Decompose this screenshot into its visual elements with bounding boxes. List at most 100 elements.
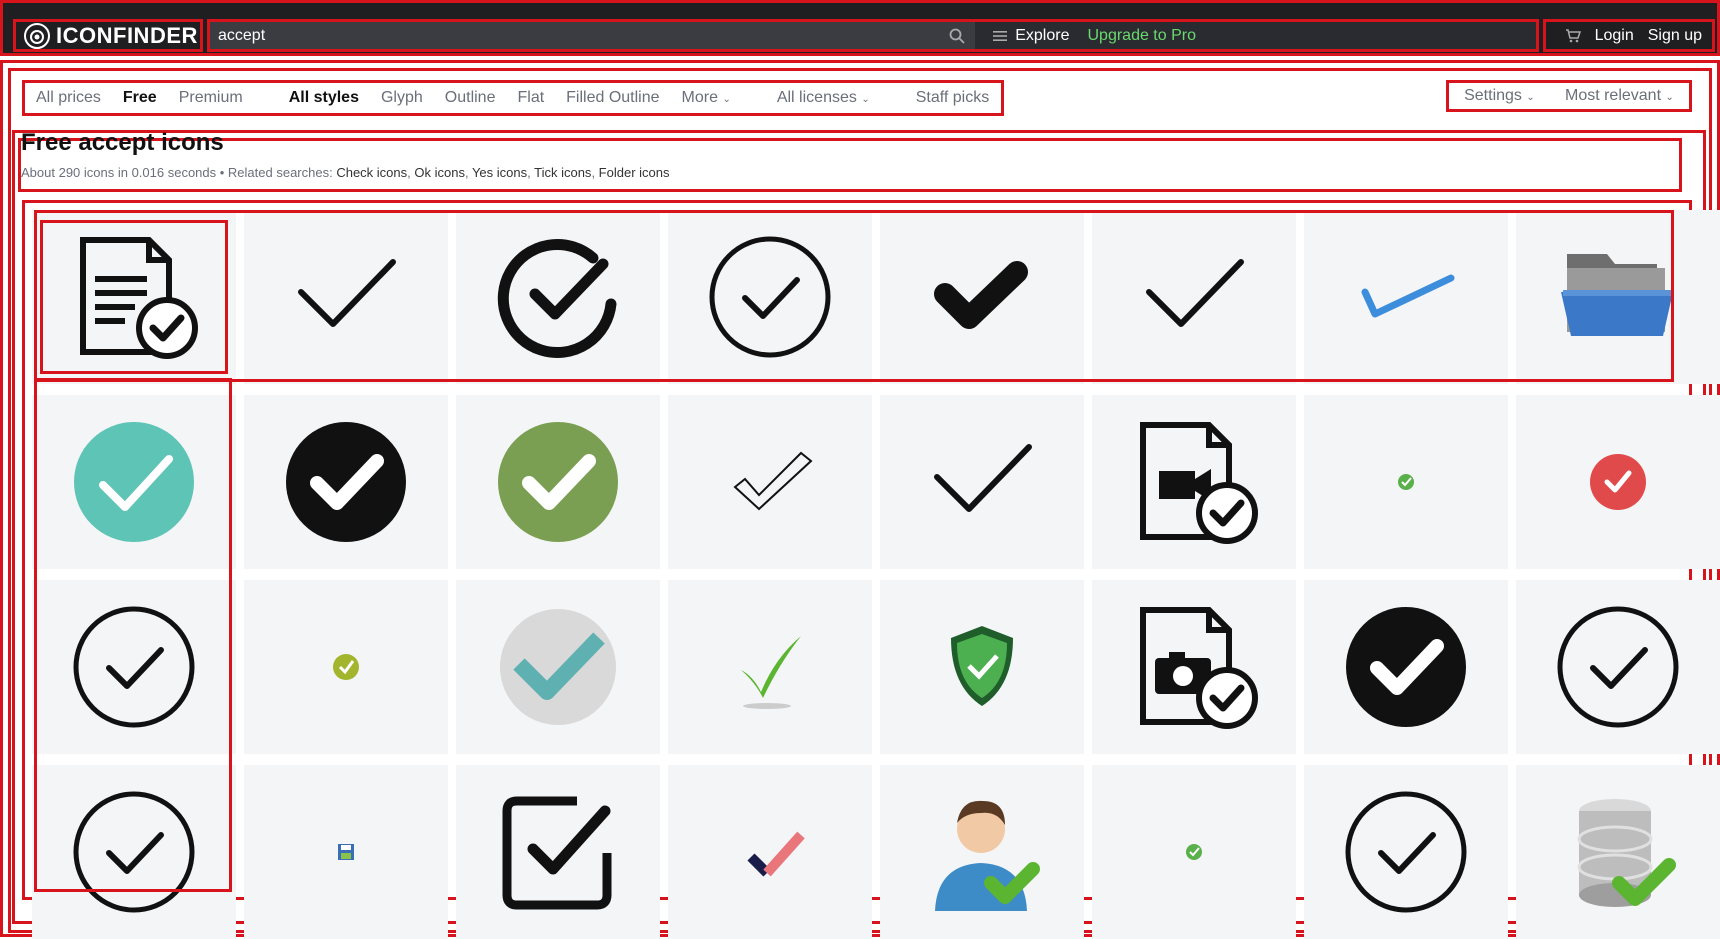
- more-label: More: [681, 89, 718, 106]
- explore-label: Explore: [1015, 26, 1070, 44]
- red-circle-check-icon: [1590, 454, 1646, 510]
- icon-result-card[interactable]: [1092, 765, 1296, 939]
- results-summary: About 290 icons in 0.016 seconds: [21, 165, 217, 180]
- icon-result-card[interactable]: [1092, 580, 1296, 754]
- green-circle-check-icon: [498, 422, 618, 542]
- thin-check-icon: [1146, 259, 1244, 327]
- related-ok[interactable]: Ok icons: [414, 165, 465, 180]
- explore-menu[interactable]: Explore: [993, 27, 1069, 45]
- circle-arc-check-icon: [497, 239, 617, 358]
- thin-check-icon: [934, 444, 1032, 512]
- icon-result-card[interactable]: [32, 210, 236, 384]
- document-check-icon: [80, 237, 198, 359]
- icon-result-card[interactable]: [456, 765, 660, 939]
- icon-result-card[interactable]: [1516, 395, 1720, 569]
- chevron-down-icon: ⌄: [722, 94, 731, 105]
- icon-result-card[interactable]: [668, 395, 872, 569]
- icon-result-card[interactable]: [880, 395, 1084, 569]
- icon-result-card[interactable]: [1304, 395, 1508, 569]
- results-meta: About 290 icons in 0.016 seconds • Relat…: [21, 165, 670, 180]
- icon-result-card[interactable]: [668, 210, 872, 384]
- settings-label: Settings: [1464, 87, 1522, 104]
- upgrade-link[interactable]: Upgrade to Pro: [1087, 27, 1196, 45]
- icon-result-card[interactable]: [32, 395, 236, 569]
- icon-grid: [32, 210, 1720, 939]
- related-yes[interactable]: Yes icons: [472, 165, 527, 180]
- icon-result-card[interactable]: [244, 210, 448, 384]
- account-nav: Login Sign up: [1543, 19, 1715, 52]
- chevron-down-icon: ⌄: [1526, 92, 1535, 103]
- circle-outline-check-icon: [73, 791, 195, 913]
- filter-staff-picks[interactable]: Staff picks: [905, 89, 1001, 107]
- filter-all-styles[interactable]: All styles: [278, 89, 370, 107]
- top-navbar: ICONFINDER Explore Upgrade to Pro Login …: [0, 0, 1720, 56]
- green-swoosh-check-icon: [741, 636, 801, 709]
- teal-circle-check-icon: [74, 422, 194, 542]
- icon-result-card[interactable]: [1516, 210, 1720, 384]
- logo-text: ICONFINDER: [56, 22, 198, 48]
- search-input[interactable]: [210, 22, 940, 49]
- related-prefix: Related searches:: [227, 165, 333, 180]
- results-heading: Free accept icons About 290 icons in 0.0…: [18, 129, 1682, 192]
- cart-icon[interactable]: [1565, 28, 1581, 43]
- icon-result-card[interactable]: [1092, 210, 1296, 384]
- tiny-green-check-icon: [1186, 844, 1202, 860]
- related-check[interactable]: Check icons: [336, 165, 407, 180]
- filter-premium[interactable]: Premium: [168, 89, 254, 107]
- floppy-icon: [338, 844, 354, 860]
- chevron-down-icon: ⌄: [861, 94, 870, 105]
- logo[interactable]: ICONFINDER: [13, 19, 203, 52]
- icon-result-card[interactable]: [668, 580, 872, 754]
- circle-outline-check-icon: [73, 606, 195, 728]
- video-file-check-icon: [1140, 422, 1258, 544]
- icon-result-card[interactable]: [244, 395, 448, 569]
- filter-filled-outline[interactable]: Filled Outline: [555, 89, 670, 107]
- icon-result-card[interactable]: [1516, 580, 1720, 754]
- search-button[interactable]: [939, 22, 976, 49]
- circle-outline-check-icon: [1345, 791, 1467, 913]
- icon-result-card[interactable]: [880, 210, 1084, 384]
- icon-result-card[interactable]: [1092, 395, 1296, 569]
- filter-free[interactable]: Free: [112, 89, 168, 107]
- tiny-green-check-icon: [1398, 474, 1414, 490]
- icon-result-card[interactable]: [880, 580, 1084, 754]
- sort-dropdown[interactable]: Most relevant ⌄: [1565, 87, 1674, 105]
- icon-result-card[interactable]: [456, 395, 660, 569]
- icon-result-card[interactable]: [1304, 580, 1508, 754]
- sort-bar: Settings ⌄ Most relevant ⌄: [1446, 80, 1692, 112]
- open-folder-icon: [1561, 254, 1673, 336]
- user-check-icon: [935, 800, 1040, 911]
- icon-result-card[interactable]: [668, 765, 872, 939]
- licenses-label: All licenses: [776, 89, 857, 106]
- filter-flat[interactable]: Flat: [506, 89, 555, 107]
- related-tick[interactable]: Tick icons: [534, 165, 591, 180]
- icon-result-card[interactable]: [456, 210, 660, 384]
- login-link[interactable]: Login: [1595, 27, 1634, 45]
- icon-result-card[interactable]: [244, 765, 448, 939]
- database-check-icon: [1577, 799, 1676, 907]
- page-title: Free accept icons: [21, 129, 224, 156]
- blue-check-icon: [1361, 274, 1455, 318]
- icon-result-card[interactable]: [1516, 765, 1720, 939]
- filter-outline[interactable]: Outline: [434, 89, 507, 107]
- sketch-check-icon: [733, 451, 813, 511]
- icon-result-card[interactable]: [244, 580, 448, 754]
- black-circle-check-icon: [1346, 607, 1466, 727]
- icon-result-card[interactable]: [880, 765, 1084, 939]
- filter-glyph[interactable]: Glyph: [370, 89, 434, 107]
- camera-file-check-icon: [1140, 607, 1258, 729]
- filter-all-prices[interactable]: All prices: [25, 89, 112, 107]
- icon-result-card[interactable]: [1304, 765, 1508, 939]
- icon-result-card[interactable]: [1304, 210, 1508, 384]
- eye-logo-icon: [24, 22, 50, 49]
- icon-result-card[interactable]: [32, 580, 236, 754]
- filter-licenses[interactable]: All licenses ⌄: [766, 89, 881, 107]
- settings-dropdown[interactable]: Settings ⌄: [1464, 87, 1535, 105]
- icon-result-card[interactable]: [456, 580, 660, 754]
- signup-link[interactable]: Sign up: [1648, 27, 1702, 45]
- icon-result-card[interactable]: [32, 765, 236, 939]
- thin-check-icon: [298, 259, 396, 327]
- filter-more[interactable]: More ⌄: [671, 89, 742, 107]
- hamburger-icon: [993, 30, 1008, 41]
- related-folder[interactable]: Folder icons: [599, 165, 670, 180]
